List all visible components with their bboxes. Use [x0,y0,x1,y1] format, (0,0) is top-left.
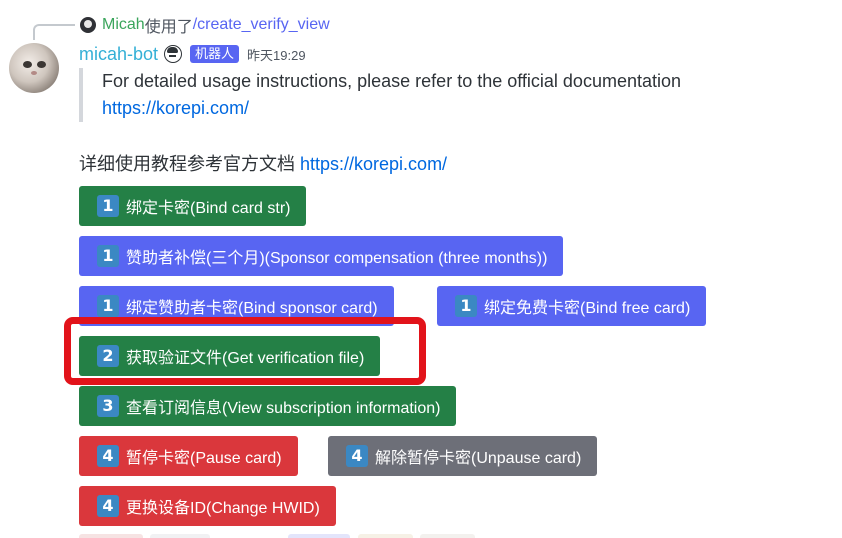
unpause-card-button[interactable]: 4 解除暂停卡密(Unpause card) [328,436,598,476]
highlight-annotation [64,317,426,385]
avatar-eye [37,61,46,68]
avatar[interactable] [9,43,59,93]
reply-username[interactable]: Micah [102,16,145,34]
button-label: 解除暂停卡密(Unpause card) [375,450,582,467]
pause-card-button[interactable]: 4 暂停卡密(Pause card) [79,436,298,476]
message-header: micah-bot 机器人 昨天19:29 [79,42,306,66]
keycap-digit-icon: 1 [455,295,477,317]
quote-text: For detailed usage instructions, please … [102,71,682,91]
cutoff-element [420,534,475,538]
reply-avatar[interactable] [80,17,96,33]
button-label: 绑定卡密(Bind card str) [126,200,291,217]
author-name[interactable]: micah-bot [79,44,158,65]
description-text: 详细使用教程参考官方文档 [79,154,300,174]
reply-connector [33,24,75,40]
button-label: 绑定赞助者卡密(Bind sponsor card) [126,300,378,317]
keycap-digit-icon: 1 [97,195,119,217]
bind-card-button[interactable]: 1 绑定卡密(Bind card str) [79,186,307,226]
reply-command[interactable]: /create_verify_view [193,16,330,34]
keycap-digit-icon: 4 [346,445,368,467]
cutoff-element [150,534,210,538]
bind-free-card-button[interactable]: 1 绑定免费卡密(Bind free card) [437,286,707,326]
button-label: 赞助者补偿(三个月)(Sponsor compensation (three m… [126,250,548,267]
cutoff-element [358,534,413,538]
keycap-digit-icon: 3 [97,395,119,417]
timestamp: 昨天19:29 [247,47,306,63]
docs-link[interactable]: https://korepi.com/ [102,98,249,118]
keycap-digit-icon: 1 [97,245,119,267]
button-label: 查看订阅信息(View subscription information) [126,400,441,417]
button-label: 更换设备ID(Change HWID) [126,500,320,517]
quote-block: For detailed usage instructions, please … [79,68,779,122]
button-label: 暂停卡密(Pause card) [126,450,282,467]
keycap-digit-icon: 4 [97,445,119,467]
description-link[interactable]: https://korepi.com/ [300,154,447,174]
view-subscription-button[interactable]: 3 查看订阅信息(View subscription information) [79,386,457,426]
button-label: 绑定免费卡密(Bind free card) [484,300,691,317]
message-description: 详细使用教程参考官方文档 https://korepi.com/ [79,151,447,178]
avatar-eye [23,61,32,68]
change-hwid-button[interactable]: 4 更换设备ID(Change HWID) [79,486,336,526]
bot-tag: 机器人 [190,45,240,63]
reply-text: 使用了 [144,19,193,36]
avatar-nose [31,71,37,75]
cutoff-element [79,534,143,538]
sponsor-compensation-button[interactable]: 1 赞助者补偿(三个月)(Sponsor compensation (three… [79,236,564,276]
keycap-digit-icon: 1 [97,295,119,317]
keycap-digit-icon: 4 [97,495,119,517]
glasses-face-icon [164,45,183,63]
reply-context[interactable]: Micah 使用了 /create_verify_view [80,14,330,36]
cutoff-element [288,534,350,538]
